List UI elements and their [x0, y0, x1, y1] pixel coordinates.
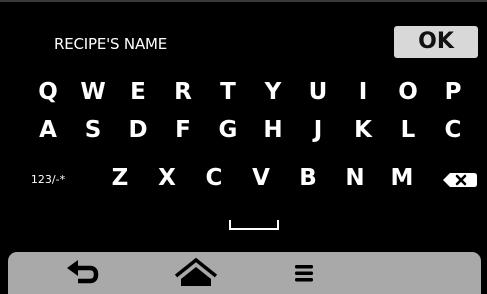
key-b[interactable]: B: [288, 161, 328, 195]
recipe-name-field[interactable]: RECIPE'S NAME: [54, 30, 374, 58]
key-q[interactable]: Q: [28, 75, 68, 109]
keyboard-screen: RECIPE'S NAME OK Q W E R T Y U I O P A S…: [0, 0, 487, 294]
key-o[interactable]: O: [388, 75, 428, 109]
backspace-key[interactable]: [440, 166, 480, 194]
ok-button[interactable]: OK: [394, 26, 478, 58]
key-p[interactable]: P: [433, 75, 473, 109]
key-u[interactable]: U: [298, 75, 338, 109]
key-t[interactable]: T: [208, 75, 248, 109]
menu-button[interactable]: [280, 252, 340, 294]
menu-icon: [295, 265, 313, 282]
key-w[interactable]: W: [73, 75, 113, 109]
key-d[interactable]: D: [118, 113, 158, 147]
key-a[interactable]: A: [28, 113, 68, 147]
key-y[interactable]: Y: [253, 75, 293, 109]
space-bar-icon: [229, 220, 279, 230]
key-e[interactable]: E: [118, 75, 158, 109]
home-button[interactable]: [166, 252, 226, 294]
back-button[interactable]: [54, 252, 114, 294]
key-m[interactable]: M: [382, 161, 422, 195]
key-n[interactable]: N: [335, 161, 375, 195]
backspace-icon: [443, 173, 477, 187]
back-arrow-icon: [67, 260, 99, 284]
key-l[interactable]: L: [388, 113, 428, 147]
key-z[interactable]: Z: [100, 161, 140, 195]
key-j[interactable]: J: [298, 113, 338, 147]
key-x[interactable]: X: [147, 161, 187, 195]
key-f[interactable]: F: [163, 113, 203, 147]
bottom-nav-bar: [8, 252, 481, 294]
key-c-accent[interactable]: C: [433, 113, 473, 147]
key-k[interactable]: K: [343, 113, 383, 147]
key-g[interactable]: G: [208, 113, 248, 147]
key-v[interactable]: V: [241, 161, 281, 195]
numeric-mode-key[interactable]: 123/-*: [24, 163, 72, 197]
top-divider: [0, 0, 487, 2]
key-h[interactable]: H: [253, 113, 293, 147]
key-c[interactable]: C: [194, 161, 234, 195]
key-r[interactable]: R: [163, 75, 203, 109]
key-s[interactable]: S: [73, 113, 113, 147]
home-icon: [174, 257, 218, 286]
key-i[interactable]: I: [343, 75, 383, 109]
space-key[interactable]: [222, 212, 286, 234]
